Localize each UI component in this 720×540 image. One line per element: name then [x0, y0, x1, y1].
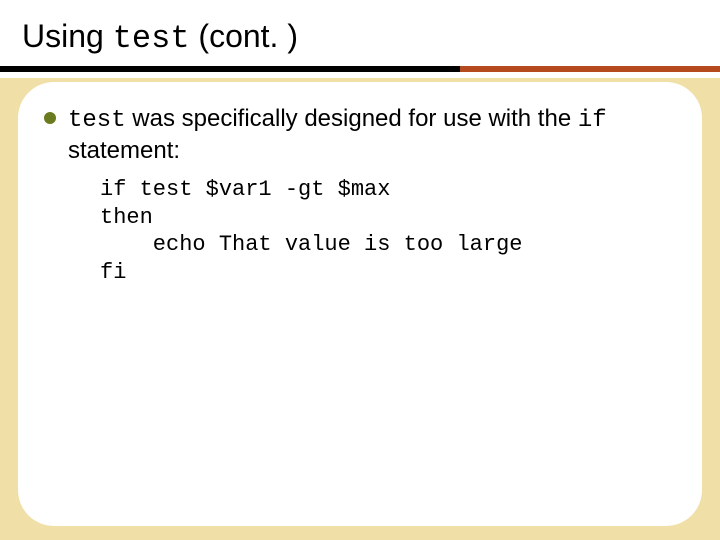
- bullet-icon: [44, 112, 56, 124]
- code-line-4: fi: [100, 260, 126, 285]
- content-box: test was specifically designed for use w…: [18, 82, 702, 526]
- bullet-row: test was specifically designed for use w…: [44, 104, 676, 166]
- title-pre: Using: [22, 18, 113, 54]
- bullet-mid: was specifically designed for use with t…: [126, 105, 578, 132]
- bullet-code2: if: [578, 107, 607, 134]
- bullet-code1: test: [68, 107, 126, 134]
- code-block: if test $var1 -gt $max then echo That va…: [100, 176, 676, 286]
- slide-title: Using test (cont. ): [22, 18, 298, 57]
- slide: Using test (cont. ) test was specificall…: [0, 0, 720, 540]
- title-post: (cont. ): [190, 18, 298, 54]
- title-code: test: [113, 20, 190, 57]
- bullet-tail: statement:: [68, 137, 180, 164]
- divider-accent: [460, 66, 720, 72]
- code-line-2: then: [100, 205, 153, 230]
- code-line-3: echo That value is too large: [100, 232, 522, 257]
- code-line-1: if test $var1 -gt $max: [100, 177, 390, 202]
- bullet-text: test was specifically designed for use w…: [68, 104, 676, 166]
